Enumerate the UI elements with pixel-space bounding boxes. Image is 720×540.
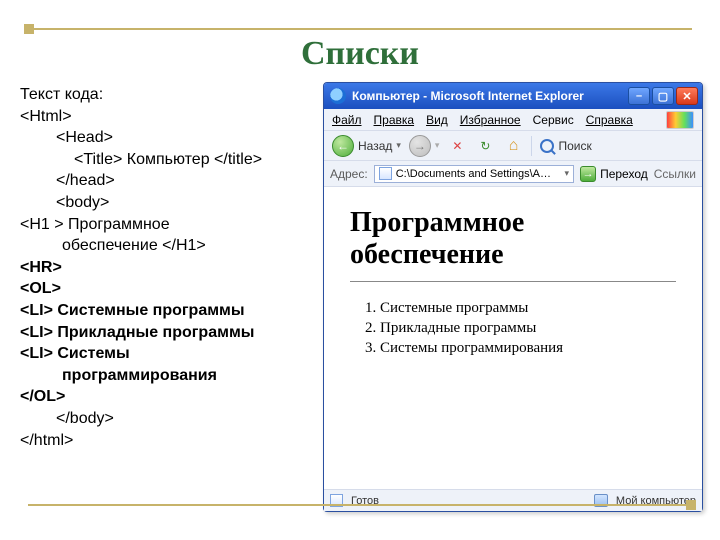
chevron-down-icon: ▾ bbox=[435, 140, 440, 151]
tag: </H1> bbox=[162, 237, 206, 254]
menu-view[interactable]: Вид bbox=[426, 113, 448, 127]
address-input[interactable]: C:\Documents and Settings\A… ▾ bbox=[374, 165, 574, 183]
links-label[interactable]: Ссылки bbox=[654, 167, 696, 181]
code-line: <H1 > Программное bbox=[20, 214, 320, 236]
address-bar: Адрес: C:\Documents and Settings\A… ▾ → … bbox=[324, 161, 702, 187]
horizontal-rule bbox=[350, 281, 676, 282]
menu-tools[interactable]: Сервис bbox=[533, 113, 574, 127]
tag: </title> bbox=[214, 151, 262, 168]
ie-logo-icon bbox=[330, 88, 346, 104]
tag-text: Компьютер bbox=[122, 151, 214, 168]
page-heading: Программное обеспечение bbox=[350, 207, 676, 271]
list-item: Прикладные программы bbox=[380, 320, 676, 337]
code-line: </head> bbox=[20, 170, 320, 192]
code-line: <Html> bbox=[20, 106, 320, 128]
menu-help[interactable]: Справка bbox=[586, 113, 633, 127]
bottom-rule bbox=[28, 504, 692, 506]
forward-button[interactable]: → ▾ bbox=[409, 135, 440, 157]
close-button[interactable]: ✕ bbox=[676, 87, 698, 105]
windows-flag-icon bbox=[666, 111, 694, 129]
code-line: </body> bbox=[20, 408, 320, 430]
stop-icon: ✕ bbox=[452, 139, 462, 153]
page-icon bbox=[379, 167, 392, 180]
menu-file[interactable]: Файл bbox=[332, 113, 362, 127]
window-buttons: – ▢ ✕ bbox=[628, 87, 698, 105]
bullet-icon bbox=[686, 500, 696, 510]
stop-button[interactable]: ✕ bbox=[447, 136, 467, 156]
slide-title: Списки bbox=[0, 35, 720, 73]
code-line: <Head> bbox=[20, 127, 320, 149]
tag: <Title> bbox=[74, 151, 122, 168]
tag-text: Системные программы bbox=[53, 302, 245, 319]
search-icon bbox=[540, 139, 554, 153]
page-content: Программное обеспечение Системные програ… bbox=[324, 187, 702, 489]
maximize-button[interactable]: ▢ bbox=[652, 87, 674, 105]
address-label: Адрес: bbox=[330, 167, 368, 181]
code-line: <OL> bbox=[20, 278, 320, 300]
minimize-button[interactable]: – bbox=[628, 87, 650, 105]
code-line: <LI> Системы bbox=[20, 343, 320, 365]
code-line: <body> bbox=[20, 192, 320, 214]
list-item: Системные программы bbox=[380, 300, 676, 317]
window-title: Компьютер - Microsoft Internet Explorer bbox=[352, 89, 628, 103]
browser-window: Компьютер - Microsoft Internet Explorer … bbox=[323, 82, 703, 512]
code-intro: Текст кода: bbox=[20, 84, 320, 106]
chevron-down-icon[interactable]: ▾ bbox=[565, 168, 570, 179]
tag: <LI> bbox=[20, 324, 53, 341]
forward-arrow-icon: → bbox=[409, 135, 431, 157]
back-arrow-icon: ← bbox=[332, 135, 354, 157]
window-titlebar[interactable]: Компьютер - Microsoft Internet Explorer … bbox=[324, 83, 702, 109]
tag-text: Программное bbox=[64, 216, 170, 233]
list-item: Системы программирования bbox=[380, 340, 676, 357]
tag-text: Системы bbox=[53, 345, 130, 362]
code-line: <Title> Компьютер </title> bbox=[20, 149, 320, 171]
top-rule bbox=[28, 28, 692, 30]
tag: <LI> bbox=[20, 302, 53, 319]
menu-bar: Файл Правка Вид Избранное Сервис Справка bbox=[324, 109, 702, 131]
code-line: программирования bbox=[20, 365, 320, 387]
home-button[interactable]: ⌂ bbox=[503, 136, 523, 156]
code-line: обеспечение </H1> bbox=[20, 235, 320, 257]
tag-text: Прикладные программы bbox=[53, 324, 255, 341]
go-button[interactable]: → Переход bbox=[580, 166, 648, 182]
bullet-icon bbox=[24, 24, 34, 34]
ordered-list: Системные программы Прикладные программы… bbox=[380, 300, 676, 357]
separator bbox=[531, 136, 532, 156]
menu-favorites[interactable]: Избранное bbox=[460, 113, 521, 127]
slide: Списки Текст кода: <Html> <Head> <Title>… bbox=[0, 0, 720, 540]
tag: <LI> bbox=[20, 345, 53, 362]
search-label: Поиск bbox=[558, 139, 591, 153]
code-line: <HR> bbox=[20, 257, 320, 279]
tag-text: обеспечение bbox=[62, 237, 162, 254]
home-icon: ⌂ bbox=[509, 137, 519, 155]
address-path: C:\Documents and Settings\A… bbox=[396, 168, 551, 180]
back-button[interactable]: ← Назад ▾ bbox=[332, 135, 401, 157]
status-bar: Готов Мой компьютер bbox=[324, 489, 702, 511]
go-label: Переход bbox=[600, 167, 648, 181]
search-button[interactable]: Поиск bbox=[540, 139, 591, 153]
code-column: Текст кода: <Html> <Head> <Title> Компью… bbox=[20, 84, 320, 451]
toolbar: ← Назад ▾ → ▾ ✕ ↻ ⌂ Поиск bbox=[324, 131, 702, 161]
code-line: </OL> bbox=[20, 386, 320, 408]
refresh-button[interactable]: ↻ bbox=[475, 136, 495, 156]
code-line: </html> bbox=[20, 430, 320, 452]
code-line: <LI> Прикладные программы bbox=[20, 322, 320, 344]
refresh-icon: ↻ bbox=[480, 139, 490, 153]
back-label: Назад bbox=[358, 139, 392, 153]
go-arrow-icon: → bbox=[580, 166, 596, 182]
code-line: <LI> Системные программы bbox=[20, 300, 320, 322]
menu-edit[interactable]: Правка bbox=[374, 113, 415, 127]
chevron-down-icon: ▾ bbox=[396, 140, 401, 151]
tag: <H1 > bbox=[20, 216, 64, 233]
